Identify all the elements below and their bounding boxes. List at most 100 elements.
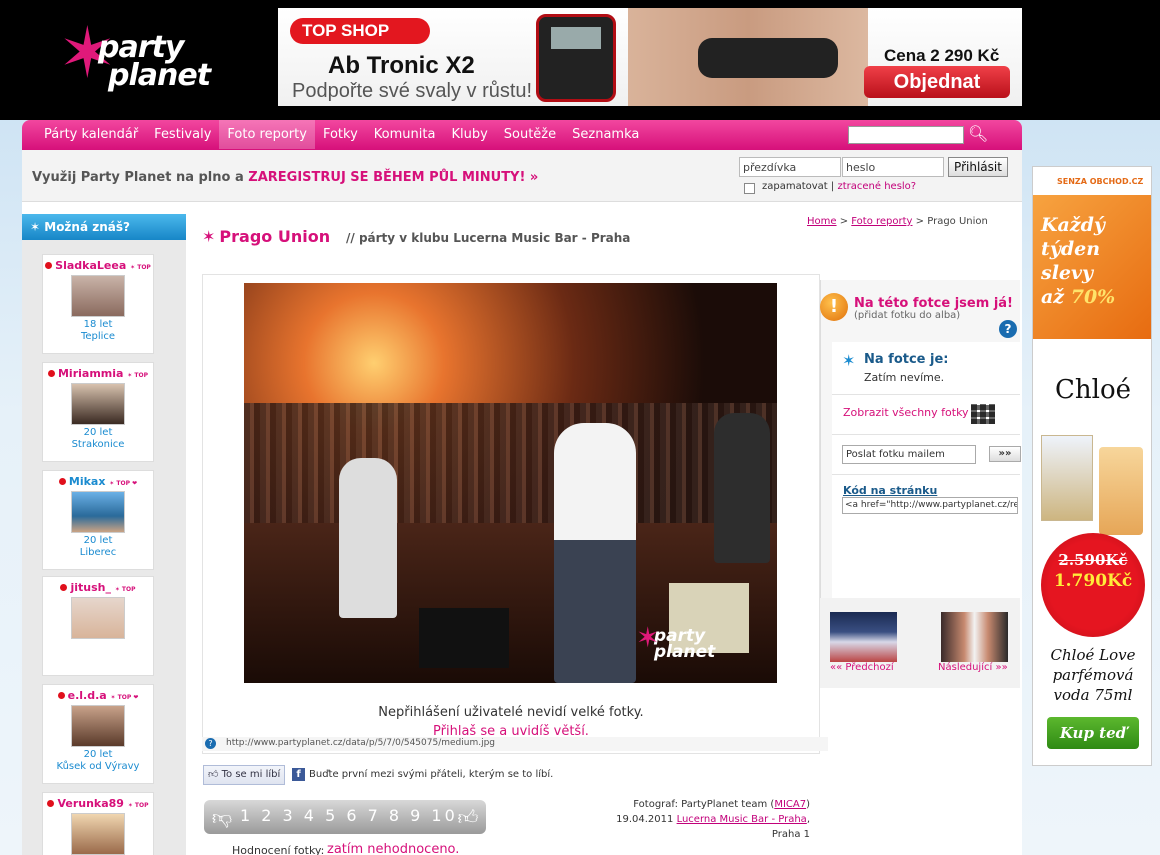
remember-checkbox[interactable] <box>744 183 755 194</box>
like-button-label: To se mi líbí <box>221 769 281 780</box>
user-card[interactable]: jitush_ ✶ TOP <box>42 576 154 676</box>
nav-item-contests[interactable]: Soutěže <box>496 120 564 149</box>
breadcrumb-home[interactable]: Home <box>807 216 837 227</box>
ad-discount-text: Každý týden slevy až 70% <box>1041 214 1116 308</box>
event-photo[interactable]: ✶ party planet <box>244 283 777 683</box>
user-name[interactable]: Verunka89 ✶ TOP <box>43 797 153 810</box>
banner-device-image <box>536 14 616 102</box>
nav-item-clubs[interactable]: Kluby <box>443 120 495 149</box>
search-input[interactable] <box>848 126 964 144</box>
user-name[interactable]: Mikax ✶ TOP ❤ <box>43 475 153 488</box>
nav-item-photo-reports[interactable]: Foto reporty <box>219 120 315 149</box>
user-card[interactable]: Verunka89 ✶ TOP <box>42 792 154 855</box>
user-avatar[interactable] <box>71 275 125 317</box>
next-photo-thumbnail[interactable] <box>941 612 1008 662</box>
rating-bar: 👎︎ 1 2 3 4 5 6 7 8 9 10 👍︎ <box>204 800 486 834</box>
rating-value: zatím nehodnoceno. <box>327 842 460 855</box>
nav-item-photos[interactable]: Fotky <box>315 120 366 149</box>
on-photo-value: Zatím nevíme. <box>864 371 945 384</box>
register-link[interactable]: ZAREGISTRUJ SE BĚHEM PŮL MINUTY! » <box>248 170 538 185</box>
user-city: Liberec <box>79 547 117 558</box>
photographer-link[interactable]: MICA7 <box>774 799 806 810</box>
photo-note: Nepřihlášení uživatelé nevidí velké fotk… <box>378 705 644 720</box>
star-icon: ✶ <box>842 351 856 370</box>
nav-item-party-calendar[interactable]: Párty kalendář <box>36 120 146 149</box>
nav-item-dating[interactable]: Seznamka <box>564 120 647 149</box>
venue-city: Praha 1 <box>771 829 810 840</box>
send-photo-email-field[interactable]: Poslat fotku mailem <box>842 445 976 464</box>
thumbs-up-icon: 👍︎ <box>208 769 219 780</box>
like-text: Buďte první mezi svými přáteli, kterým s… <box>309 769 554 780</box>
embed-code-field[interactable]: <a href="http://www.partyplanet.cz/re <box>842 497 1018 514</box>
exclamation-icon[interactable]: ! <box>820 293 848 321</box>
show-all-photos-link[interactable]: Zobrazit všechny fotky <box>843 406 969 419</box>
previous-photo-thumbnail[interactable] <box>830 612 897 662</box>
next-photo-link[interactable]: Následující »» <box>938 662 1008 673</box>
facebook-like-button[interactable]: 👍︎ To se mi líbí <box>203 765 285 785</box>
previous-photo-link[interactable]: «« Předchozí <box>830 662 894 673</box>
thumbs-up-icon[interactable]: 👍︎ <box>456 804 480 830</box>
divider <box>832 474 1020 475</box>
top-ad-banner[interactable]: TOP SHOP Ab Tronic X2 Podpořte své svaly… <box>278 8 1022 106</box>
password-field[interactable]: heslo <box>842 157 944 177</box>
site-header: ✶ party planet TOP SHOP Ab Tronic X2 Pod… <box>0 0 1160 120</box>
perfume-bottle-image <box>1099 447 1143 535</box>
venue-link[interactable]: Lucerna Music Bar - Praha <box>677 814 807 825</box>
embed-code-label[interactable]: Kód na stránku <box>843 484 937 497</box>
nickname-field[interactable]: přezdívka <box>739 157 841 177</box>
thumbs-down-icon[interactable]: 👎︎ <box>210 804 234 830</box>
ad-description: Chloé Love parfémová voda 75ml <box>1050 646 1136 704</box>
search-icon[interactable]: 🔍︎ <box>968 124 990 146</box>
breadcrumb-current: Prago Union <box>927 216 988 227</box>
login-button[interactable]: Přihlásit <box>948 157 1008 177</box>
user-avatar[interactable] <box>71 383 125 425</box>
sidebar-title-text: Možná znáš? <box>44 220 130 234</box>
rating-scale[interactable]: 1 2 3 4 5 6 7 8 9 10 <box>240 806 458 825</box>
user-name[interactable]: Miriammia ✶ TOP <box>43 367 153 380</box>
photographer-end: ) <box>806 799 810 810</box>
right-ad-banner[interactable]: SENZA OBCHOD.CZ Každý týden slevy až 70%… <box>1032 166 1152 766</box>
photo-guitarist <box>554 423 636 683</box>
photo-url: http://www.partyplanet.cz/data/p/5/7/0/5… <box>226 738 496 748</box>
ad-brand: Chloé <box>1055 375 1131 405</box>
user-name[interactable]: SladkaLeea ✶ TOP <box>43 259 153 272</box>
user-card[interactable]: SladkaLeea ✶ TOP 18 let Teplice <box>42 254 154 354</box>
user-avatar[interactable] <box>71 705 125 747</box>
user-avatar[interactable] <box>71 813 125 855</box>
tag-me-link[interactable]: Na této fotce jsem já! <box>854 296 1013 311</box>
user-age: 20 let <box>83 535 113 546</box>
ad-buy-button[interactable]: Kup teď <box>1047 717 1139 749</box>
photo-singer <box>339 458 397 618</box>
user-age: 20 let <box>83 749 113 760</box>
user-card[interactable]: Mikax ✶ TOP ❤ 20 let Liberec <box>42 470 154 570</box>
help-icon[interactable]: ? <box>999 320 1017 338</box>
lost-password-link[interactable]: ztracené heslo? <box>837 181 916 192</box>
logo-text-line2: planet <box>108 58 211 93</box>
info-icon[interactable]: ? <box>205 738 216 749</box>
user-avatar[interactable] <box>71 491 125 533</box>
nav-item-festivals[interactable]: Festivaly <box>146 120 219 149</box>
user-avatar[interactable] <box>71 597 125 639</box>
breadcrumb-photo-reports[interactable]: Foto reporty <box>851 216 912 227</box>
page-subtitle: // párty v klubu Lucerna Music Bar - Pra… <box>346 231 631 245</box>
nav-item-community[interactable]: Komunita <box>366 120 444 149</box>
banner-order-button[interactable]: Objednat <box>864 66 1010 98</box>
ad-new-price: 1.790Kč <box>1053 571 1133 591</box>
user-name[interactable]: jitush_ ✶ TOP <box>43 581 153 594</box>
user-age: 18 let <box>83 319 113 330</box>
main-nav: Párty kalendář Festivaly Foto reporty Fo… <box>22 120 1022 150</box>
send-email-button[interactable]: »» <box>989 446 1021 462</box>
breadcrumb: Home > Foto reporty > Prago Union <box>807 216 988 227</box>
user-card[interactable]: Miriammia ✶ TOP 20 let Strakonice <box>42 362 154 462</box>
tag-me-subtitle: (přidat fotku do alba) <box>854 310 961 321</box>
banner-shop-label: TOP SHOP <box>290 18 430 44</box>
on-photo-title: Na fotce je: <box>864 352 949 367</box>
banner-tagline: Podpořte své svaly v růstu! <box>292 80 533 102</box>
user-card[interactable]: e.l.d.a ✶ TOP ❤ 20 let Kůsek od Výravy <box>42 684 154 784</box>
grid-icon[interactable] <box>971 404 995 424</box>
ad-old-price: 2.590Kč <box>1058 551 1128 569</box>
sidebar-title: ✶ Možná znáš? <box>22 214 186 240</box>
user-name[interactable]: e.l.d.a ✶ TOP ❤ <box>43 689 153 702</box>
party-planet-logo[interactable]: ✶ party planet <box>58 14 238 100</box>
remember-text: zapamatovat <box>762 181 828 192</box>
